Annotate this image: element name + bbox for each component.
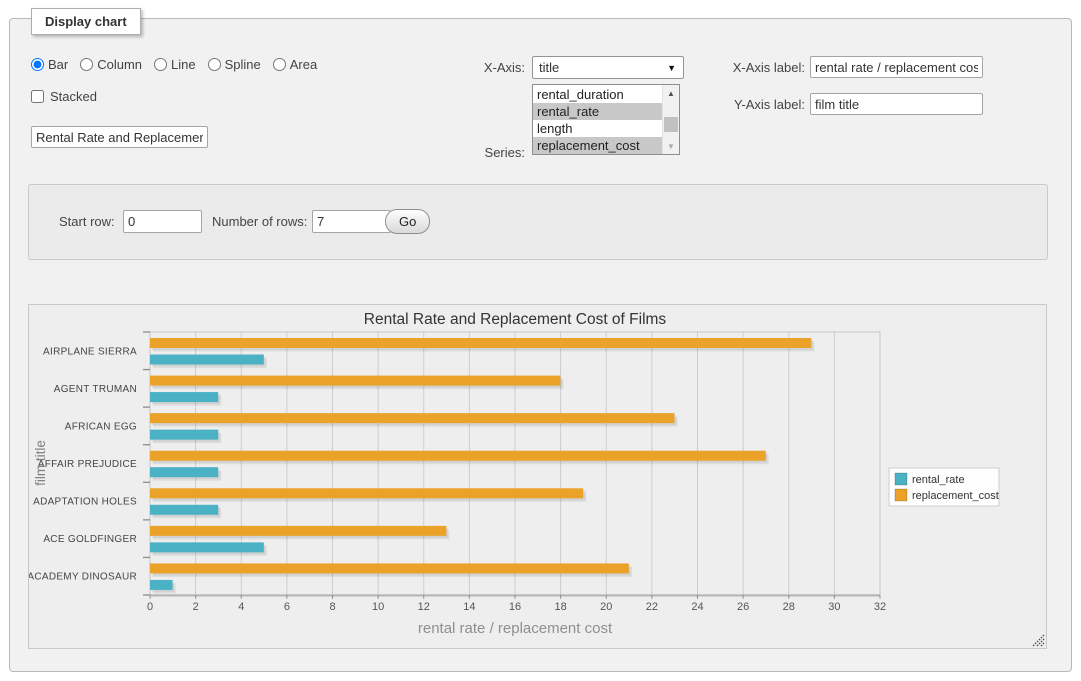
go-button[interactable]: Go [385, 209, 430, 234]
svg-text:12: 12 [418, 601, 430, 613]
svg-text:22: 22 [646, 601, 658, 613]
svg-text:24: 24 [691, 601, 703, 613]
display-chart-fieldset: Display chart BarColumnLineSplineArea St… [9, 18, 1072, 672]
series-multiselect[interactable]: rental_durationrental_ratelengthreplacem… [532, 84, 680, 155]
chart-type-label: Spline [225, 57, 261, 72]
x-axis-text-label: X-Axis label: [722, 60, 805, 75]
fieldset-legend: Display chart [31, 8, 141, 35]
svg-text:14: 14 [463, 601, 475, 613]
x-axis-label: X-Axis: [465, 60, 525, 75]
svg-text:ACADEMY DINOSAUR: ACADEMY DINOSAUR [29, 572, 137, 583]
start-row-input[interactable] [123, 210, 202, 233]
y-axis-text-label: Y-Axis label: [722, 97, 805, 112]
svg-text:30: 30 [828, 601, 840, 613]
chart-svg: Rental Rate and Replacement Cost of Film… [29, 305, 1046, 648]
chart-type-label: Area [290, 57, 317, 72]
num-rows-input[interactable] [312, 210, 391, 233]
series-label: Series: [465, 145, 525, 160]
svg-text:10: 10 [372, 601, 384, 613]
svg-text:32: 32 [874, 601, 886, 613]
chart-type-bar[interactable]: Bar [31, 57, 68, 72]
scrollbar-thumb[interactable] [664, 117, 678, 132]
svg-text:Rental Rate and Replacement Co: Rental Rate and Replacement Cost of Film… [364, 311, 667, 328]
svg-text:16: 16 [509, 601, 521, 613]
chart-type-radio-group: Bar Column Line Spline Area [31, 57, 325, 72]
series-option-rental_rate[interactable]: rental_rate [533, 103, 662, 120]
chart-resize-handle-icon[interactable] [1033, 635, 1044, 646]
series-option-length[interactable]: length [533, 120, 662, 137]
x-axis-select[interactable]: title ▼ [532, 56, 684, 79]
svg-text:AFRICAN EGG: AFRICAN EGG [65, 421, 137, 432]
svg-text:2: 2 [193, 601, 199, 613]
series-option-rental_duration[interactable]: rental_duration [533, 86, 662, 103]
chart-type-radio-area[interactable] [273, 58, 286, 71]
chart-type-area[interactable]: Area [273, 57, 317, 72]
chart-resize-handle-icon[interactable] [1037, 639, 1044, 646]
chart-title-input[interactable] [31, 126, 208, 148]
svg-text:AIRPLANE SIERRA: AIRPLANE SIERRA [43, 346, 137, 357]
row-range-fieldset: Start row: Number of rows: Go [28, 184, 1048, 260]
svg-text:rental rate / replacement cost: rental rate / replacement cost [418, 620, 613, 637]
svg-text:film title: film title [33, 440, 48, 486]
svg-text:20: 20 [600, 601, 612, 613]
svg-text:AGENT TRUMAN: AGENT TRUMAN [54, 384, 137, 395]
chart-type-line[interactable]: Line [154, 57, 196, 72]
scrollbar-up-arrow-icon[interactable]: ▲ [663, 85, 679, 101]
chart-type-label: Bar [48, 57, 68, 72]
stacked-checkbox[interactable] [31, 90, 44, 103]
chart-type-label: Column [97, 57, 142, 72]
stacked-label: Stacked [50, 89, 97, 104]
svg-text:0: 0 [147, 601, 153, 613]
select-dropdown-arrow-icon: ▼ [667, 63, 676, 73]
x-axis-label-input[interactable] [810, 56, 983, 78]
chart-type-radio-spline[interactable] [208, 58, 221, 71]
svg-text:18: 18 [555, 601, 567, 613]
chart-panel: Rental Rate and Replacement Cost of Film… [28, 304, 1047, 649]
chart-type-radio-column[interactable] [80, 58, 93, 71]
svg-text:ACE GOLDFINGER: ACE GOLDFINGER [43, 534, 137, 545]
chart-type-radio-line[interactable] [154, 58, 167, 71]
stacked-row: Stacked [31, 89, 97, 104]
svg-text:4: 4 [238, 601, 244, 613]
scrollbar-down-arrow-icon[interactable]: ▼ [663, 138, 679, 154]
chart-resize-handle-icon[interactable] [1041, 643, 1044, 646]
start-row-label: Start row: [59, 214, 115, 229]
svg-text:ADAPTATION HOLES: ADAPTATION HOLES [33, 497, 137, 508]
y-axis-label-input[interactable] [810, 93, 983, 115]
svg-text:6: 6 [284, 601, 290, 613]
svg-text:rental_rate: rental_rate [912, 474, 965, 486]
chart-type-spline[interactable]: Spline [208, 57, 261, 72]
num-rows-label: Number of rows: [212, 214, 307, 229]
svg-text:AFFAIR PREJUDICE: AFFAIR PREJUDICE [38, 459, 137, 470]
page: Display chart Bar Column Line Spline Area St… [0, 0, 1081, 681]
chart-type-column[interactable]: Column [80, 57, 142, 72]
series-scrollbar[interactable]: ▲ ▼ [662, 85, 679, 154]
chart-type-label: Line [171, 57, 196, 72]
svg-text:replacement_cost: replacement_cost [912, 490, 999, 502]
series-option-replacement_cost[interactable]: replacement_cost [533, 137, 662, 154]
svg-text:8: 8 [329, 601, 335, 613]
x-axis-select-value: title [539, 60, 559, 75]
chart-type-radio-bar[interactable] [31, 58, 44, 71]
svg-text:28: 28 [783, 601, 795, 613]
svg-text:26: 26 [737, 601, 749, 613]
